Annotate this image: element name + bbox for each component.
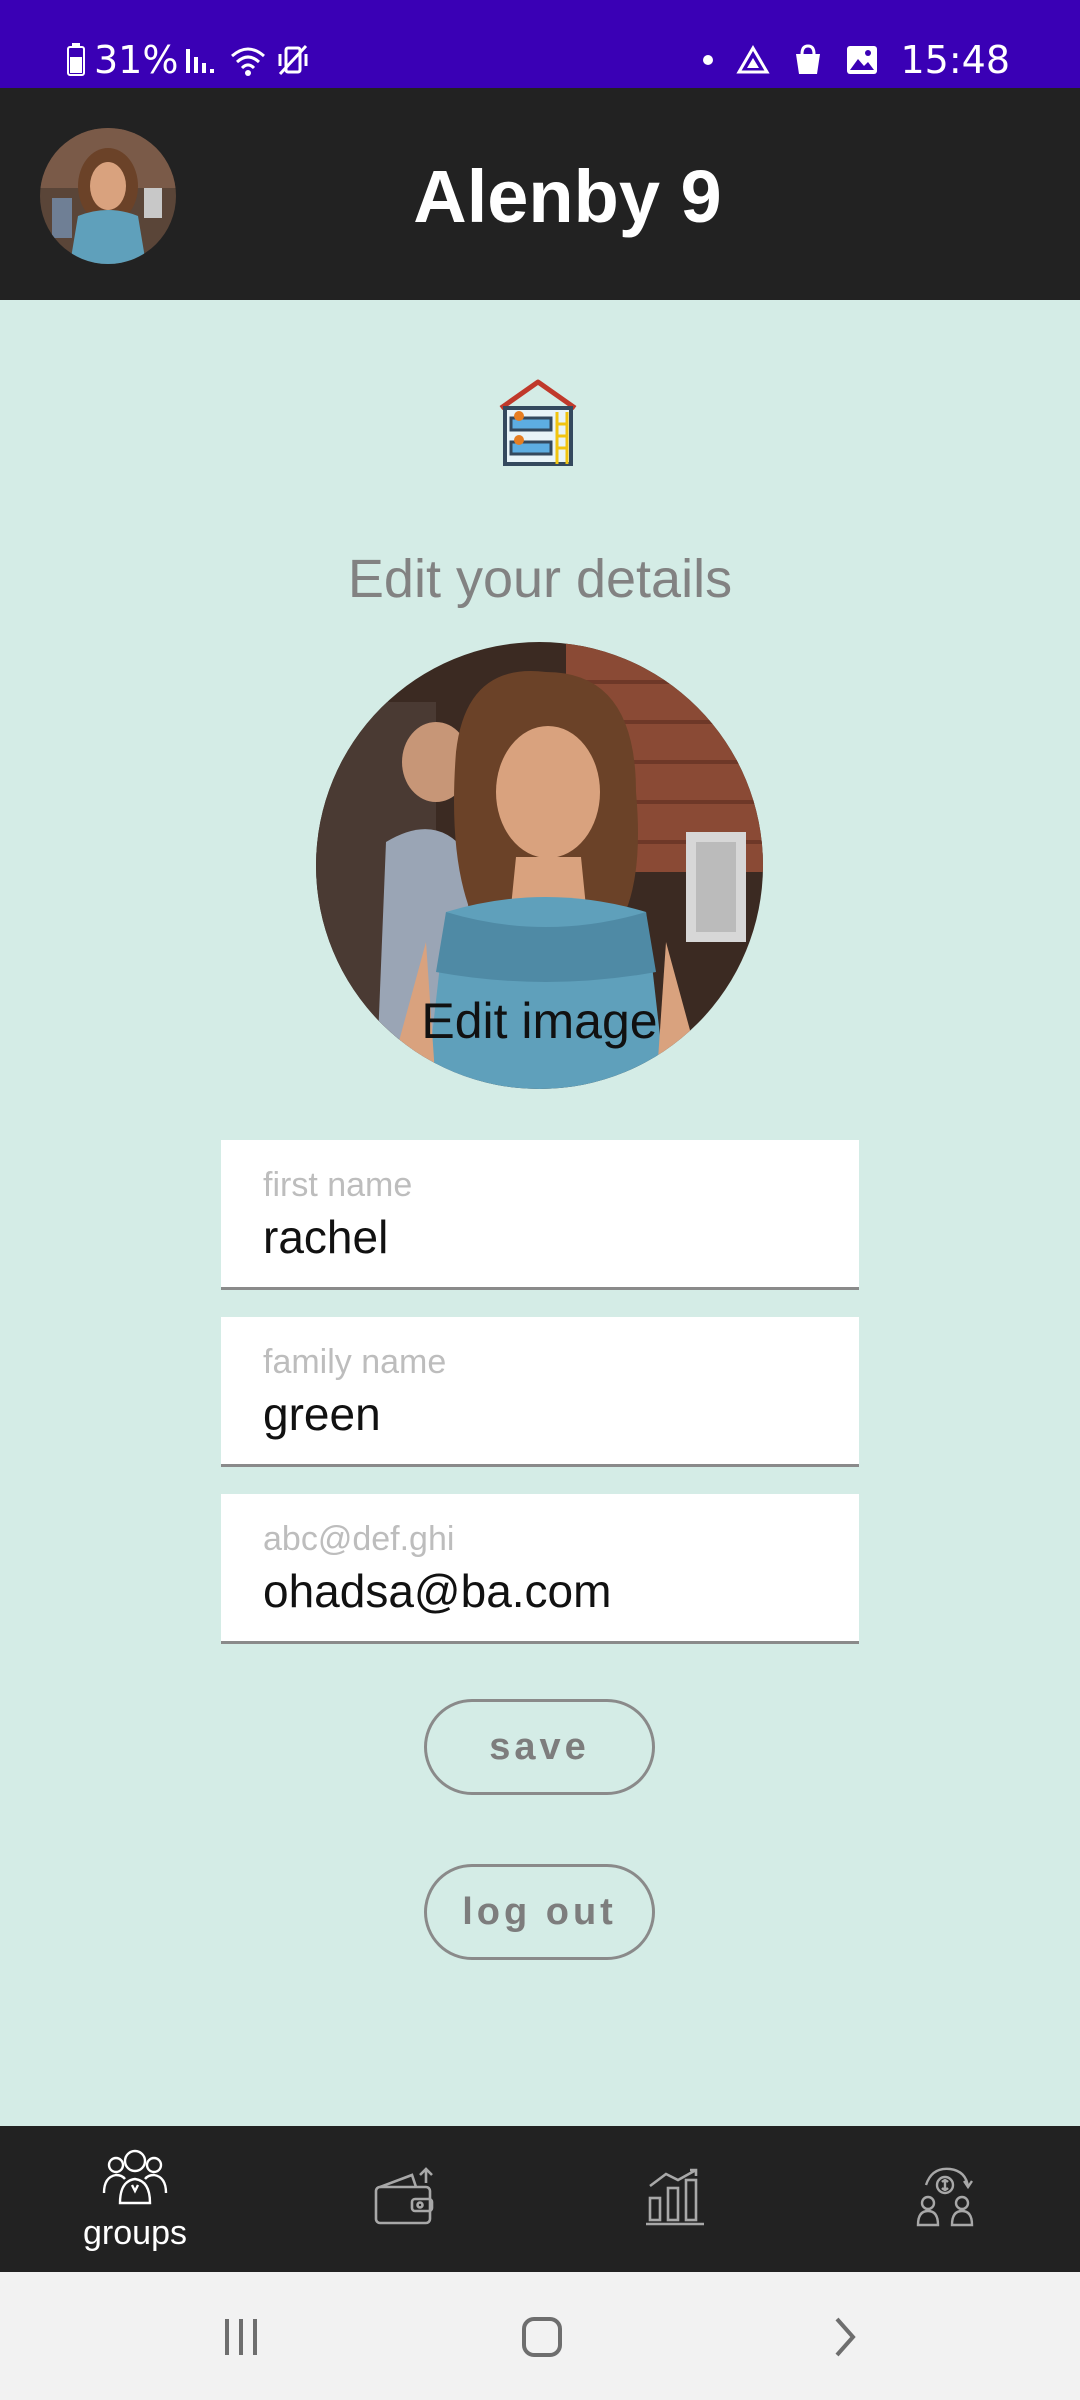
edit-image-label[interactable]: Edit image — [316, 992, 763, 1050]
bottom-nav: groups — [0, 2126, 1080, 2272]
drive-icon — [736, 45, 771, 75]
wifi-icon — [228, 44, 268, 76]
logout-button[interactable]: log out — [424, 1864, 655, 1960]
family-name-placeholder: family name — [263, 1343, 447, 1381]
nav-item-debts[interactable] — [870, 2126, 1020, 2272]
recents-button[interactable] — [206, 2302, 276, 2372]
status-right: 15:48 — [702, 38, 1010, 82]
clock: 15:48 — [900, 38, 1010, 82]
first-name-placeholder: first name — [263, 1166, 413, 1204]
email-value[interactable]: ohadsa@ba.com — [263, 1564, 611, 1618]
first-name-field[interactable]: first name rachel — [221, 1140, 859, 1290]
groups-icon — [102, 2145, 168, 2212]
first-name-value[interactable]: rachel — [263, 1210, 388, 1264]
battery-icon — [66, 43, 86, 77]
nav-label-groups: groups — [83, 2214, 187, 2252]
shopping-bag-icon — [792, 44, 824, 76]
debt-users-icon — [914, 2165, 976, 2234]
status-bar: 31% 15:48 — [0, 0, 1080, 88]
recents-icon — [225, 2319, 257, 2355]
chevron-right-icon — [835, 2317, 856, 2357]
bunk-bed-house-icon — [495, 378, 581, 468]
email-field[interactable]: abc@def.ghi ohadsa@ba.com — [221, 1494, 859, 1644]
wallet-icon — [372, 2165, 438, 2234]
gallery-icon — [846, 45, 878, 75]
signal-icon — [186, 45, 220, 75]
family-name-field[interactable]: family name green — [221, 1317, 859, 1467]
status-left: 31% — [66, 38, 310, 82]
nav-item-wallet[interactable] — [330, 2126, 480, 2272]
back-button[interactable] — [810, 2302, 880, 2372]
vibrate-icon — [276, 44, 310, 76]
save-button[interactable]: save — [424, 1699, 655, 1795]
profile-photo[interactable]: Edit image — [316, 642, 763, 1089]
page-heading: Edit your details — [347, 549, 733, 609]
dot-icon — [702, 54, 714, 66]
battery-percent: 31% — [94, 38, 179, 82]
home-icon — [522, 2317, 562, 2357]
system-nav — [0, 2272, 1080, 2400]
bar-chart-icon — [644, 2166, 706, 2233]
app-bar: Alenby 9 — [0, 88, 1080, 300]
nav-item-groups[interactable]: groups — [60, 2126, 210, 2272]
app-title: Alenby 9 — [413, 155, 722, 238]
nav-item-stats[interactable] — [600, 2126, 750, 2272]
email-placeholder: abc@def.ghi — [263, 1520, 455, 1558]
home-button[interactable] — [507, 2302, 577, 2372]
family-name-value[interactable]: green — [263, 1387, 381, 1441]
